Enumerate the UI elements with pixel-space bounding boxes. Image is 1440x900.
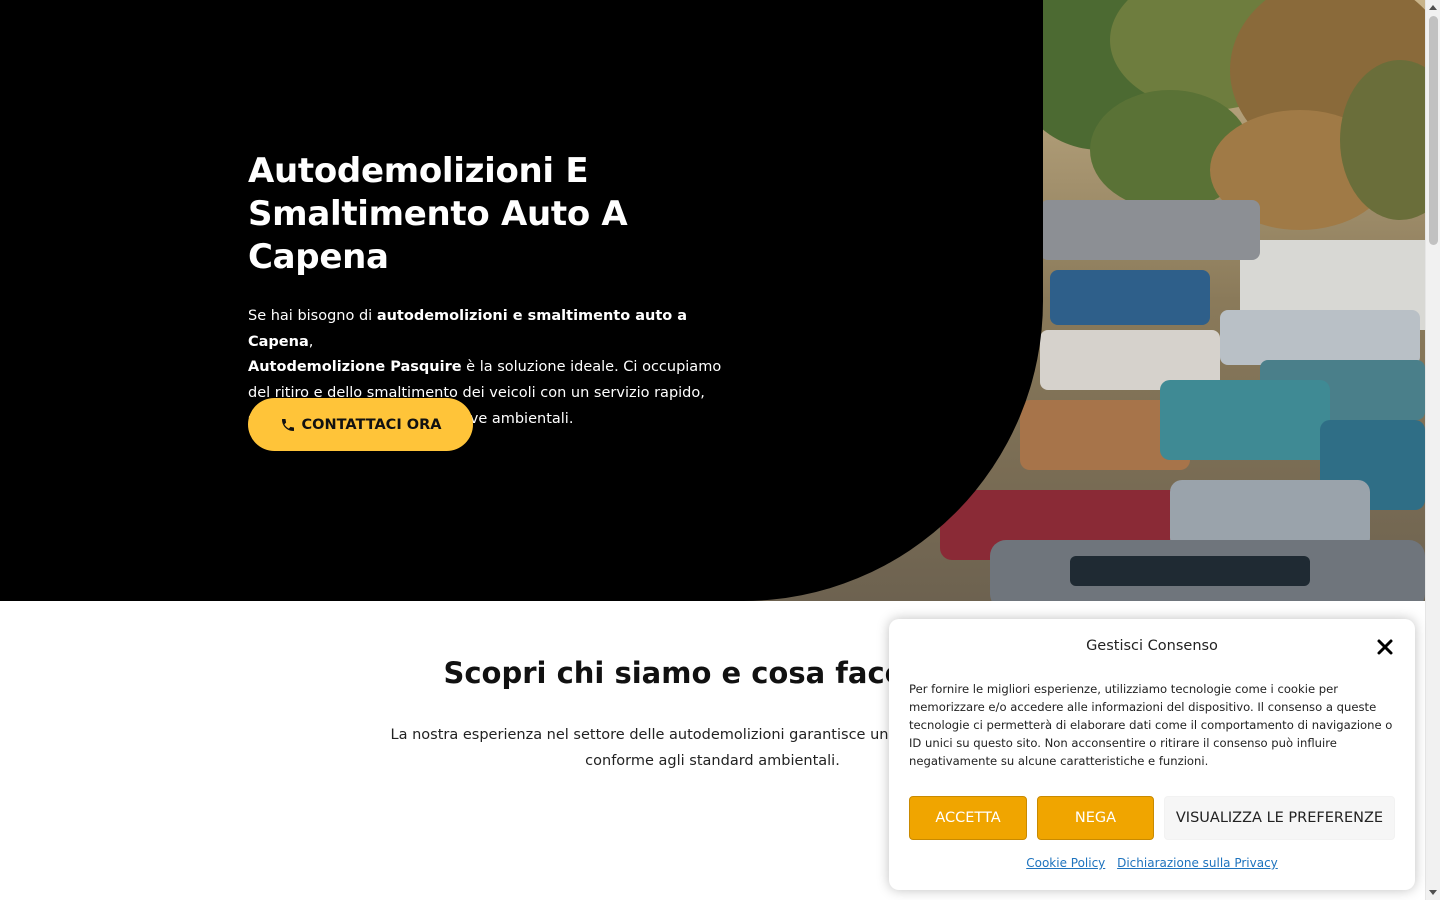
close-x-icon — [1377, 639, 1393, 655]
scroll-up-icon[interactable] — [1429, 5, 1437, 10]
deny-button[interactable]: NEGA — [1037, 796, 1154, 840]
hero-text-part2: , — [308, 333, 314, 350]
hero-text-part1: Se hai bisogno di — [248, 308, 377, 324]
view-preferences-button[interactable]: VISUALIZZA LE PREFERENZE — [1164, 796, 1395, 840]
cookie-policy-link[interactable]: Cookie Policy — [1026, 856, 1105, 870]
hero-title-line1: Autodemolizioni E — [248, 151, 589, 191]
contact-button-label: CONTATTACI ORA — [301, 416, 442, 433]
hero-text-bold2: Autodemolizione Pasquire — [248, 359, 462, 376]
hero-title: Autodemolizioni E Smaltimento Auto A Cap… — [248, 150, 748, 279]
consent-description: Per fornire le migliori esperienze, util… — [909, 682, 1393, 768]
hero-section: Autodemolizioni E Smaltimento Auto A Cap… — [0, 0, 1425, 601]
scroll-thumb[interactable] — [1429, 16, 1438, 245]
privacy-statement-link[interactable]: Dichiarazione sulla Privacy — [1117, 856, 1278, 870]
scroll-down-icon[interactable] — [1429, 890, 1437, 895]
phone-icon — [281, 418, 294, 431]
consent-title: Gestisci Consenso — [1086, 638, 1218, 654]
close-icon[interactable] — [1376, 638, 1394, 656]
consent-links: Cookie Policy Dichiarazione sulla Privac… — [889, 856, 1415, 870]
accept-button[interactable]: ACCETTA — [909, 796, 1027, 840]
hero-content: Autodemolizioni E Smaltimento Auto A Cap… — [248, 150, 748, 433]
consent-dialog: Gestisci Consenso Per fornire le miglior… — [889, 619, 1415, 890]
contact-button[interactable]: CONTATTACI ORA — [248, 398, 473, 451]
page-scrollbar[interactable] — [1425, 0, 1440, 900]
hero-title-line2: Smaltimento Auto A Capena — [248, 194, 628, 277]
